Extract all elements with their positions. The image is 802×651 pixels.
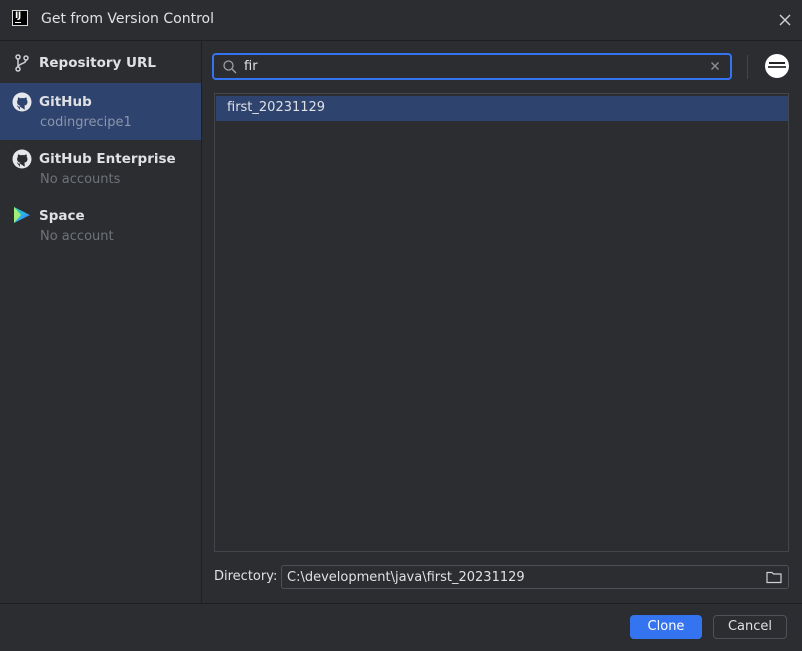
footer-divider <box>0 603 802 604</box>
git-branch-icon <box>12 53 32 73</box>
repository-search-field[interactable] <box>212 53 732 80</box>
search-icon <box>222 59 238 75</box>
repository-name: first_20231129 <box>227 100 326 115</box>
sidebar-item-github-enterprise[interactable]: GitHub Enterprise No accounts <box>0 140 201 197</box>
sidebar-item-space[interactable]: Space No account <box>0 197 201 254</box>
sidebar-item-label: Space <box>39 208 85 224</box>
list-item[interactable]: first_20231129 <box>216 96 788 121</box>
sidebar-divider <box>201 41 202 603</box>
repository-list: first_20231129 <box>214 93 789 552</box>
search-input[interactable] <box>244 56 704 77</box>
github-icon <box>12 92 32 112</box>
close-icon[interactable] <box>774 9 796 31</box>
get-from-vcs-dialog: IJ Get from Version Control Repository U… <box>0 0 802 651</box>
sidebar-item-github[interactable]: GitHub codingrecipe1 <box>0 83 201 140</box>
sidebar-item-label: Repository URL <box>39 55 156 71</box>
directory-field[interactable] <box>281 565 789 589</box>
sidebar-item-label: GitHub <box>39 94 92 110</box>
user-avatar-icon[interactable] <box>765 54 789 78</box>
sidebar-item-account: codingrecipe1 <box>40 115 132 130</box>
github-icon <box>12 149 32 169</box>
title-bar: IJ Get from Version Control <box>0 0 802 40</box>
sidebar-item-account: No account <box>40 229 114 244</box>
intellij-idea-icon: IJ <box>12 10 28 26</box>
vcs-provider-sidebar: Repository URL GitHub codingrecipe1 GitH… <box>0 41 201 603</box>
directory-label: Directory: <box>214 569 278 584</box>
toolbar-separator <box>747 55 748 79</box>
jetbrains-space-icon <box>12 205 32 225</box>
sidebar-item-label: GitHub Enterprise <box>39 151 176 167</box>
folder-icon[interactable] <box>766 570 782 584</box>
directory-input[interactable] <box>287 567 757 587</box>
sidebar-item-repository-url[interactable]: Repository URL <box>0 41 201 83</box>
clone-button[interactable]: Clone <box>630 615 702 639</box>
dialog-title: Get from Version Control <box>41 11 214 27</box>
cancel-button[interactable]: Cancel <box>713 615 787 639</box>
sidebar-item-account: No accounts <box>40 172 121 187</box>
clear-icon[interactable] <box>709 60 721 72</box>
